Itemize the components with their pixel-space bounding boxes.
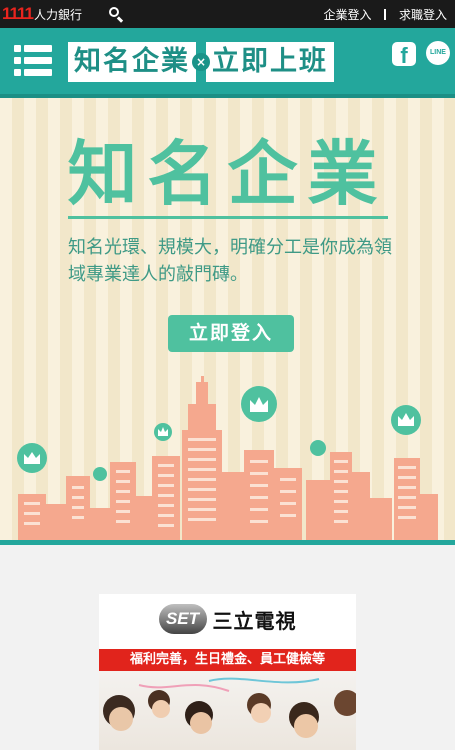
hero-divider bbox=[68, 216, 388, 219]
brand-name: 人力銀行 bbox=[34, 7, 83, 22]
company-benefit-banner: 福利完善，生日禮金、員工健檢等 bbox=[99, 649, 356, 671]
company-logo: SET 三立電視 bbox=[99, 594, 356, 644]
page-header: 知名企業 × 立即上班 f LINE bbox=[0, 28, 455, 98]
hero-bottom-stripe bbox=[0, 540, 455, 545]
divider bbox=[384, 8, 386, 20]
search-icon[interactable] bbox=[108, 6, 124, 23]
login-button[interactable]: 立即登入 bbox=[168, 315, 294, 352]
title-x-mark: × bbox=[192, 53, 210, 71]
hero-description: 知名光環、規模大，明確分工是你成為領域專業達人的敲門磚。 bbox=[68, 237, 392, 285]
company-logo-badge: SET bbox=[158, 604, 207, 634]
title-right: 立即上班 bbox=[206, 42, 334, 82]
brand-number: 1111 bbox=[2, 4, 34, 23]
hero-title: 知名企業 bbox=[67, 133, 388, 215]
title-left: 知名企業 bbox=[68, 42, 196, 82]
jobseeker-login-link[interactable]: 求職登入 bbox=[399, 6, 447, 23]
line-icon[interactable]: LINE bbox=[426, 41, 450, 65]
brand-logo[interactable]: 1111 人力銀行 bbox=[2, 0, 82, 28]
company-name: 三立電視 bbox=[212, 608, 297, 633]
company-photo bbox=[99, 671, 356, 750]
employer-login-link[interactable]: 企業登入 bbox=[323, 6, 371, 23]
top-links: 企業登入 求職登入 bbox=[323, 6, 447, 23]
top-bar: 1111 人力銀行 企業登入 求職登入 bbox=[0, 0, 455, 28]
hero-banner: 知名企業 知名光環、規模大，明確分工是你成為領域專業達人的敲門磚。 立即登入 bbox=[0, 98, 455, 540]
facebook-icon[interactable]: f bbox=[392, 42, 416, 66]
menu-icon[interactable] bbox=[14, 45, 52, 81]
city-skyline-illustration bbox=[17, 376, 438, 540]
page-title: 知名企業 × 立即上班 bbox=[68, 42, 334, 82]
company-card[interactable]: SET 三立電視 福利完善，生日禮金、員工健檢等 bbox=[99, 594, 356, 750]
